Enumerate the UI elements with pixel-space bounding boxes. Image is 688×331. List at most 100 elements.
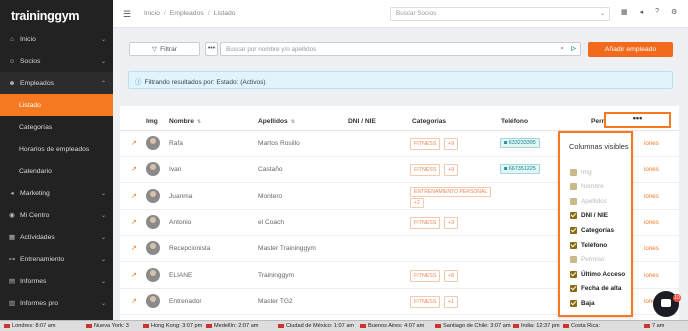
sidebar-item-socios[interactable]: ☺ Socios ⌄ (0, 50, 113, 72)
checkbox[interactable] (570, 197, 577, 205)
category-extra-badge[interactable]: +9 (444, 164, 459, 177)
sidebar-item-empleados[interactable]: ☻ Empleados ⌃ (0, 72, 113, 94)
options-link[interactable]: iones (644, 272, 659, 279)
employee-search-input[interactable]: Buscar por nombre y/o apellidos ⌕ ▷ (220, 42, 581, 56)
help-icon[interactable]: ? (655, 8, 659, 16)
column-toggle[interactable]: Permiso (570, 255, 604, 265)
column-toggle[interactable]: DNI / NIE (570, 211, 608, 221)
sidebar-subitem-listado[interactable]: Listado (0, 94, 113, 116)
flag-icon (86, 323, 92, 328)
employee-name: Antonio (169, 218, 192, 226)
column-toggle[interactable]: Nombre (570, 182, 604, 192)
sidebar-subitem-categorias[interactable]: Categorías (0, 116, 113, 138)
col-header-nombre[interactable]: Nombre ⇅ (169, 118, 201, 125)
column-toggle[interactable]: Categorías (570, 225, 614, 235)
options-link[interactable]: iones (644, 219, 659, 226)
sort-icon: ⇅ (196, 119, 202, 125)
options-link[interactable]: iones (644, 166, 659, 173)
scanner-icon[interactable]: ▷ (571, 45, 576, 52)
options-link[interactable]: iones (644, 140, 659, 147)
col-header-telefono[interactable]: Teléfono (501, 118, 528, 125)
avatar (146, 241, 160, 256)
category-extra-badge[interactable]: +9 (444, 138, 459, 150)
topbar: ☰ Inicio / Empleados / Listado Buscar Socios… (113, 0, 688, 28)
edit-icon[interactable]: ↗ (131, 218, 137, 226)
employee-name: ELIANE (169, 271, 193, 279)
phone-badge[interactable]: ◙ 633233395 (500, 138, 540, 148)
megaphone-icon[interactable]: ◂ (640, 8, 644, 16)
checkbox[interactable] (570, 212, 577, 220)
avatar (146, 136, 160, 150)
sidebar-subitem-horarios[interactable]: Horarios de empleados (0, 138, 113, 160)
checkbox[interactable] (570, 241, 577, 249)
edit-icon[interactable]: ↗ (131, 244, 137, 252)
options-link[interactable]: iones (644, 245, 659, 252)
col-header-apellidos[interactable]: Apellidos ⇅ (258, 118, 295, 125)
checkbox[interactable] (570, 183, 577, 191)
category-badge: FITNESS (410, 269, 441, 282)
more-options-button[interactable]: ••• (205, 42, 218, 56)
edit-icon[interactable]: ↗ (131, 139, 137, 147)
employee-name: Entrenador (169, 297, 202, 305)
home-icon: ⌂ (10, 35, 14, 43)
checkbox[interactable] (570, 299, 577, 307)
sidebar-item-informes-pro[interactable]: ▥ Informes pro ⌄ (0, 292, 113, 314)
filter-button[interactable]: ▽ Filtrar (129, 42, 200, 56)
edit-icon[interactable]: ↗ (131, 271, 137, 279)
employee-name: Ivan (169, 166, 182, 174)
sidebar-item-inicio[interactable]: ⌂ Inicio ⌄ (0, 28, 113, 50)
sidebar-item-entrenamiento[interactable]: ⊶ Entrenamiento ⌄ (0, 248, 113, 270)
app-logo[interactable]: traininggym (0, 0, 113, 28)
world-clock-item: Nueva York: 3 (86, 323, 129, 329)
category-extra-badge[interactable]: +1 (444, 295, 459, 308)
checkbox[interactable] (570, 285, 577, 293)
column-toggle[interactable]: Fecha de alta (570, 284, 622, 294)
avatar (146, 188, 160, 203)
category-badge: FITNESS (410, 164, 441, 177)
settings-icon[interactable]: ⚙ (671, 8, 677, 16)
flag-icon (206, 323, 212, 328)
edit-icon[interactable]: ↗ (131, 165, 137, 173)
sidebar-item-actividades[interactable]: ▦ Actividades ⌄ (0, 226, 113, 248)
sidebar-item-marketing[interactable]: ◂ Marketing ⌄ (0, 182, 113, 204)
checkbox[interactable] (570, 256, 577, 264)
chart-pro-icon: ▥ (8, 300, 16, 307)
edit-icon[interactable]: ↗ (131, 297, 137, 305)
menu-icon[interactable]: ☰ (123, 9, 131, 20)
member-search-input[interactable]: Buscar Socios ⌄ (390, 7, 610, 21)
col-header-dni[interactable]: DNI / NIE (348, 118, 376, 125)
phone-badge[interactable]: ◙ 667351225 (500, 164, 540, 175)
checkbox[interactable] (570, 168, 577, 176)
column-toggle-label: DNI / NIE (581, 212, 608, 220)
add-employee-button[interactable]: Añadir empleado (588, 42, 673, 57)
sidebar-subitem-calendario[interactable]: Calendario (0, 160, 113, 182)
table-header: Img Nombre ⇅ Apellidos ⇅ DNI / NIE Categor… (120, 112, 679, 131)
breadcrumb-inicio[interactable]: Inicio (144, 10, 160, 17)
sidebar-item-label: Informes (20, 277, 47, 285)
checkbox[interactable] (570, 226, 577, 234)
sidebar-item-mi-centro[interactable]: ◉ Mi Centro ⌄ (0, 204, 113, 226)
calendar-icon[interactable]: ▦ (621, 8, 628, 16)
search-icon[interactable]: ⌕ (560, 45, 564, 53)
filter-info-text: Filtrando resultados por: Estado: (Activ… (144, 79, 266, 86)
column-toggle[interactable]: Apellidos (570, 196, 607, 206)
options-link[interactable]: iones (644, 193, 659, 200)
col-header-categorias[interactable]: Categorías (412, 118, 446, 125)
category-extra-badge[interactable]: +3 (444, 216, 459, 229)
column-toggle[interactable]: Baja (570, 298, 595, 308)
column-toggle[interactable]: Img (570, 167, 592, 177)
column-options-button[interactable]: ••• (604, 112, 671, 128)
visible-columns-panel: Columnas visibles Img Nombre Apellidos DNI … (558, 131, 633, 317)
category-extra-badge[interactable]: +2 (410, 197, 424, 208)
world-clock-item: Santiago de Chile: 3:07 am (435, 323, 510, 329)
breadcrumb-empleados[interactable]: Empleados (170, 10, 204, 17)
filter-info-banner: ⓘ Filtrando resultados por: Estado: (Acti… (128, 71, 673, 89)
category-extra-badge[interactable]: +8 (444, 269, 459, 282)
column-toggle[interactable]: Teléfono (570, 240, 607, 250)
chat-badge: 10 (673, 294, 681, 302)
column-toggle[interactable]: Último Acceso (570, 269, 625, 279)
sidebar-item-informes[interactable]: ▤ Informes ⌄ (0, 270, 113, 292)
checkbox[interactable] (570, 270, 577, 278)
edit-icon[interactable]: ↗ (131, 192, 137, 200)
visible-columns-title: Columnas visibles (569, 142, 629, 151)
